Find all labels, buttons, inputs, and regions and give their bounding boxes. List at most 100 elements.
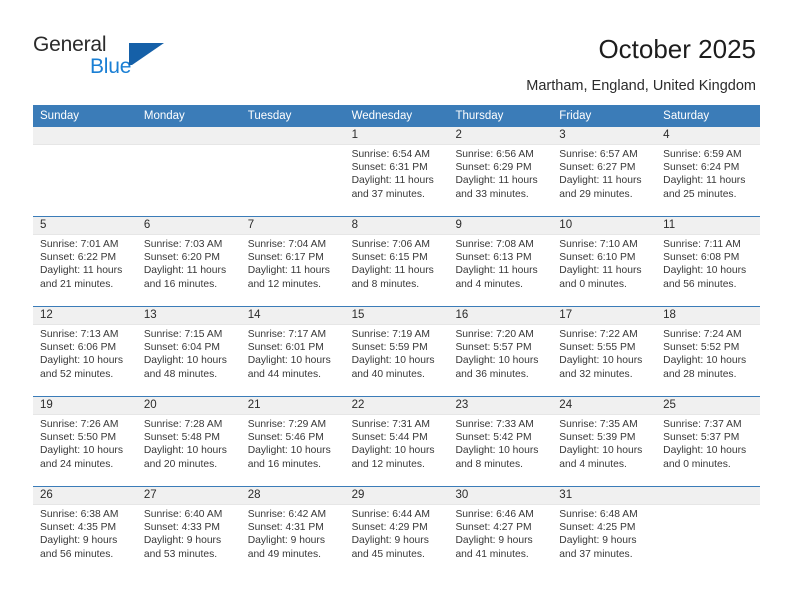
sunrise-text: Sunrise: 7:26 AM: [40, 419, 119, 430]
calendar-day-cell[interactable]: 27 Sunrise: 6:40 AM Sunset: 4:33 PM Dayligh…: [136, 487, 241, 576]
calendar-day-cell[interactable]: 2 Sunrise: 6:56 AM Sunset: 6:29 PM Daylight…: [448, 127, 553, 216]
day-number: 18: [663, 309, 676, 321]
sunset-text: Sunset: 6:24 PM: [663, 162, 740, 174]
calendar-day-cell[interactable]: 13 Sunrise: 7:15 AM Sunset: 6:04 PM Dayligh…: [136, 307, 241, 396]
calendar-week-row: 12 Sunrise: 7:13 AM Sunset: 6:06 PM Dayligh…: [33, 306, 761, 396]
day-number-band: 28: [240, 487, 345, 505]
calendar-day-cell-empty: [656, 487, 761, 576]
daylight-text-line1: Daylight: 11 hours: [663, 175, 746, 187]
sunrise-text: Sunrise: 7:29 AM: [247, 419, 327, 430]
daylight-text-line2: and 49 minutes.: [247, 548, 321, 560]
daylight-text-line1: Daylight: 10 hours: [351, 355, 435, 367]
daylight-text-line1: Daylight: 9 hours: [40, 535, 118, 547]
daylight-text-line1: Daylight: 10 hours: [663, 445, 747, 457]
calendar-grid: Sunday Monday Tuesday Wednesday Thursday…: [33, 105, 761, 576]
daylight-text-line2: and 53 minutes.: [143, 548, 218, 560]
day-number-band: 26: [33, 487, 137, 505]
daylight-text-line2: and 32 minutes.: [559, 368, 633, 380]
daylight-text-line1: Daylight: 10 hours: [559, 355, 643, 367]
daylight-text-line1: Daylight: 10 hours: [40, 355, 123, 367]
calendar-day-cell[interactable]: 8 Sunrise: 7:06 AM Sunset: 6:15 PM Daylight…: [344, 217, 449, 306]
day-number-band: 6: [136, 217, 241, 235]
daylight-text-line1: Daylight: 11 hours: [559, 265, 642, 277]
sunrise-text: Sunrise: 7:22 AM: [559, 329, 638, 340]
calendar-week-row: 19 Sunrise: 7:26 AM Sunset: 5:50 PM Dayligh…: [33, 396, 761, 486]
daylight-text-line1: Daylight: 11 hours: [455, 175, 538, 187]
sunrise-text: Sunrise: 6:38 AM: [40, 509, 119, 520]
day-number: 12: [40, 309, 53, 321]
logo-text-blue: Blue: [90, 55, 132, 78]
calendar-day-cell[interactable]: 4 Sunrise: 6:59 AM Sunset: 6:24 PM Daylight…: [656, 127, 761, 216]
sun-info: Sunrise: 7:10 AM Sunset: 6:10 PM Daylight:…: [552, 235, 656, 291]
day-number: 16: [455, 309, 469, 321]
sunset-text: Sunset: 5:55 PM: [559, 342, 636, 354]
sun-info: Sunrise: 7:15 AM Sunset: 6:04 PM Daylight:…: [137, 325, 241, 381]
calendar-day-cell[interactable]: 23 Sunrise: 7:33 AM Sunset: 5:42 PM Dayligh…: [448, 397, 553, 486]
sun-info: Sunrise: 6:54 AM Sunset: 6:31 PM Daylight:…: [345, 145, 449, 201]
sunset-text: Sunset: 6:08 PM: [663, 252, 740, 264]
daylight-text-line2: and 56 minutes.: [663, 278, 737, 290]
sunrise-text: Sunrise: 6:56 AM: [455, 149, 534, 160]
calendar-day-cell[interactable]: 31 Sunrise: 6:48 AM Sunset: 4:25 PM Dayligh…: [552, 487, 657, 576]
sun-info: Sunrise: 7:26 AM Sunset: 5:50 PM Daylight:…: [33, 415, 137, 471]
sunset-text: Sunset: 6:27 PM: [559, 162, 636, 174]
calendar-day-cell[interactable]: 17 Sunrise: 7:22 AM Sunset: 5:55 PM Dayligh…: [552, 307, 657, 396]
daylight-text-line2: and 20 minutes.: [143, 458, 218, 470]
sun-info: Sunrise: 6:59 AM Sunset: 6:24 PM Daylight:…: [656, 145, 760, 201]
weekday-header-row: Sunday Monday Tuesday Wednesday Thursday…: [33, 105, 760, 127]
calendar-day-cell[interactable]: 12 Sunrise: 7:13 AM Sunset: 6:06 PM Dayligh…: [33, 307, 137, 396]
sun-info: Sunrise: 6:40 AM Sunset: 4:33 PM Daylight:…: [137, 505, 241, 561]
daylight-text-line1: Daylight: 10 hours: [663, 265, 747, 277]
calendar-day-cell[interactable]: 20 Sunrise: 7:28 AM Sunset: 5:48 PM Dayligh…: [136, 397, 241, 486]
daylight-text-line2: and 44 minutes.: [247, 368, 321, 380]
daylight-text-line2: and 0 minutes.: [663, 458, 731, 470]
calendar-day-cell[interactable]: 7 Sunrise: 7:04 AM Sunset: 6:17 PM Daylight…: [240, 217, 345, 306]
weekday-header-sunday: Sunday: [40, 110, 80, 122]
sunset-text: Sunset: 6:10 PM: [559, 252, 636, 264]
daylight-text-line1: Daylight: 10 hours: [455, 355, 539, 367]
sun-info: Sunrise: 7:13 AM Sunset: 6:06 PM Daylight:…: [33, 325, 137, 381]
day-number: 10: [559, 219, 573, 231]
sun-info: Sunrise: 6:56 AM Sunset: 6:29 PM Daylight:…: [448, 145, 552, 201]
calendar-week-row: 1 Sunrise: 6:54 AM Sunset: 6:31 PM Daylight…: [33, 127, 761, 216]
daylight-text-line2: and 48 minutes.: [143, 368, 218, 380]
calendar-day-cell[interactable]: 16 Sunrise: 7:20 AM Sunset: 5:57 PM Dayligh…: [448, 307, 553, 396]
calendar-day-cell[interactable]: 1 Sunrise: 6:54 AM Sunset: 6:31 PM Daylight…: [344, 127, 449, 216]
calendar-day-cell-empty: [240, 127, 345, 216]
calendar-day-cell[interactable]: 24 Sunrise: 7:35 AM Sunset: 5:39 PM Dayligh…: [552, 397, 657, 486]
calendar-day-cell[interactable]: 18 Sunrise: 7:24 AM Sunset: 5:52 PM Dayligh…: [656, 307, 761, 396]
sunrise-text: Sunrise: 7:31 AM: [351, 419, 430, 430]
calendar-day-cell[interactable]: 19 Sunrise: 7:26 AM Sunset: 5:50 PM Dayligh…: [33, 397, 137, 486]
day-number-band: [33, 127, 137, 145]
calendar-day-cell[interactable]: 6 Sunrise: 7:03 AM Sunset: 6:20 PM Daylight…: [136, 217, 241, 306]
calendar-day-cell[interactable]: 3 Sunrise: 6:57 AM Sunset: 6:27 PM Daylight…: [552, 127, 657, 216]
calendar-day-cell[interactable]: 30 Sunrise: 6:46 AM Sunset: 4:27 PM Dayligh…: [448, 487, 553, 576]
calendar-day-cell[interactable]: 9 Sunrise: 7:08 AM Sunset: 6:13 PM Daylight…: [448, 217, 553, 306]
sunset-text: Sunset: 5:39 PM: [559, 432, 636, 444]
sun-info: Sunrise: 7:17 AM Sunset: 6:01 PM Daylight:…: [241, 325, 345, 381]
daylight-text-line2: and 33 minutes.: [455, 188, 529, 200]
calendar-day-cell[interactable]: 14 Sunrise: 7:17 AM Sunset: 6:01 PM Dayligh…: [240, 307, 345, 396]
calendar-day-cell[interactable]: 11 Sunrise: 7:11 AM Sunset: 6:08 PM Dayligh…: [656, 217, 761, 306]
daylight-text-line1: Daylight: 9 hours: [351, 535, 429, 547]
calendar-day-cell[interactable]: 22 Sunrise: 7:31 AM Sunset: 5:44 PM Dayligh…: [344, 397, 449, 486]
page-header: General Blue October 2025 Martham, Engla…: [0, 0, 792, 100]
calendar-day-cell[interactable]: 21 Sunrise: 7:29 AM Sunset: 5:46 PM Dayligh…: [240, 397, 345, 486]
sunrise-text: Sunrise: 7:24 AM: [663, 329, 742, 340]
calendar-day-cell[interactable]: 28 Sunrise: 6:42 AM Sunset: 4:31 PM Dayligh…: [240, 487, 345, 576]
sunrise-text: Sunrise: 6:57 AM: [559, 149, 638, 160]
daylight-text-line2: and 4 minutes.: [559, 458, 627, 470]
sunrise-text: Sunrise: 7:15 AM: [143, 329, 223, 340]
calendar-day-cell[interactable]: 15 Sunrise: 7:19 AM Sunset: 5:59 PM Dayligh…: [344, 307, 449, 396]
sunset-text: Sunset: 4:29 PM: [351, 522, 428, 534]
calendar-day-cell[interactable]: 25 Sunrise: 7:37 AM Sunset: 5:37 PM Dayligh…: [656, 397, 761, 486]
calendar-day-cell[interactable]: 29 Sunrise: 6:44 AM Sunset: 4:29 PM Dayligh…: [344, 487, 449, 576]
daylight-text-line1: Daylight: 11 hours: [247, 265, 330, 277]
sunrise-text: Sunrise: 7:35 AM: [559, 419, 638, 430]
generalblue-logo[interactable]: General Blue: [33, 33, 213, 83]
calendar-day-cell[interactable]: 26 Sunrise: 6:38 AM Sunset: 4:35 PM Dayligh…: [33, 487, 137, 576]
day-number-band: 31: [552, 487, 657, 505]
calendar-day-cell[interactable]: 5 Sunrise: 7:01 AM Sunset: 6:22 PM Daylight…: [33, 217, 137, 306]
calendar-day-cell-empty: [136, 127, 241, 216]
calendar-day-cell[interactable]: 10 Sunrise: 7:10 AM Sunset: 6:10 PM Dayligh…: [552, 217, 657, 306]
